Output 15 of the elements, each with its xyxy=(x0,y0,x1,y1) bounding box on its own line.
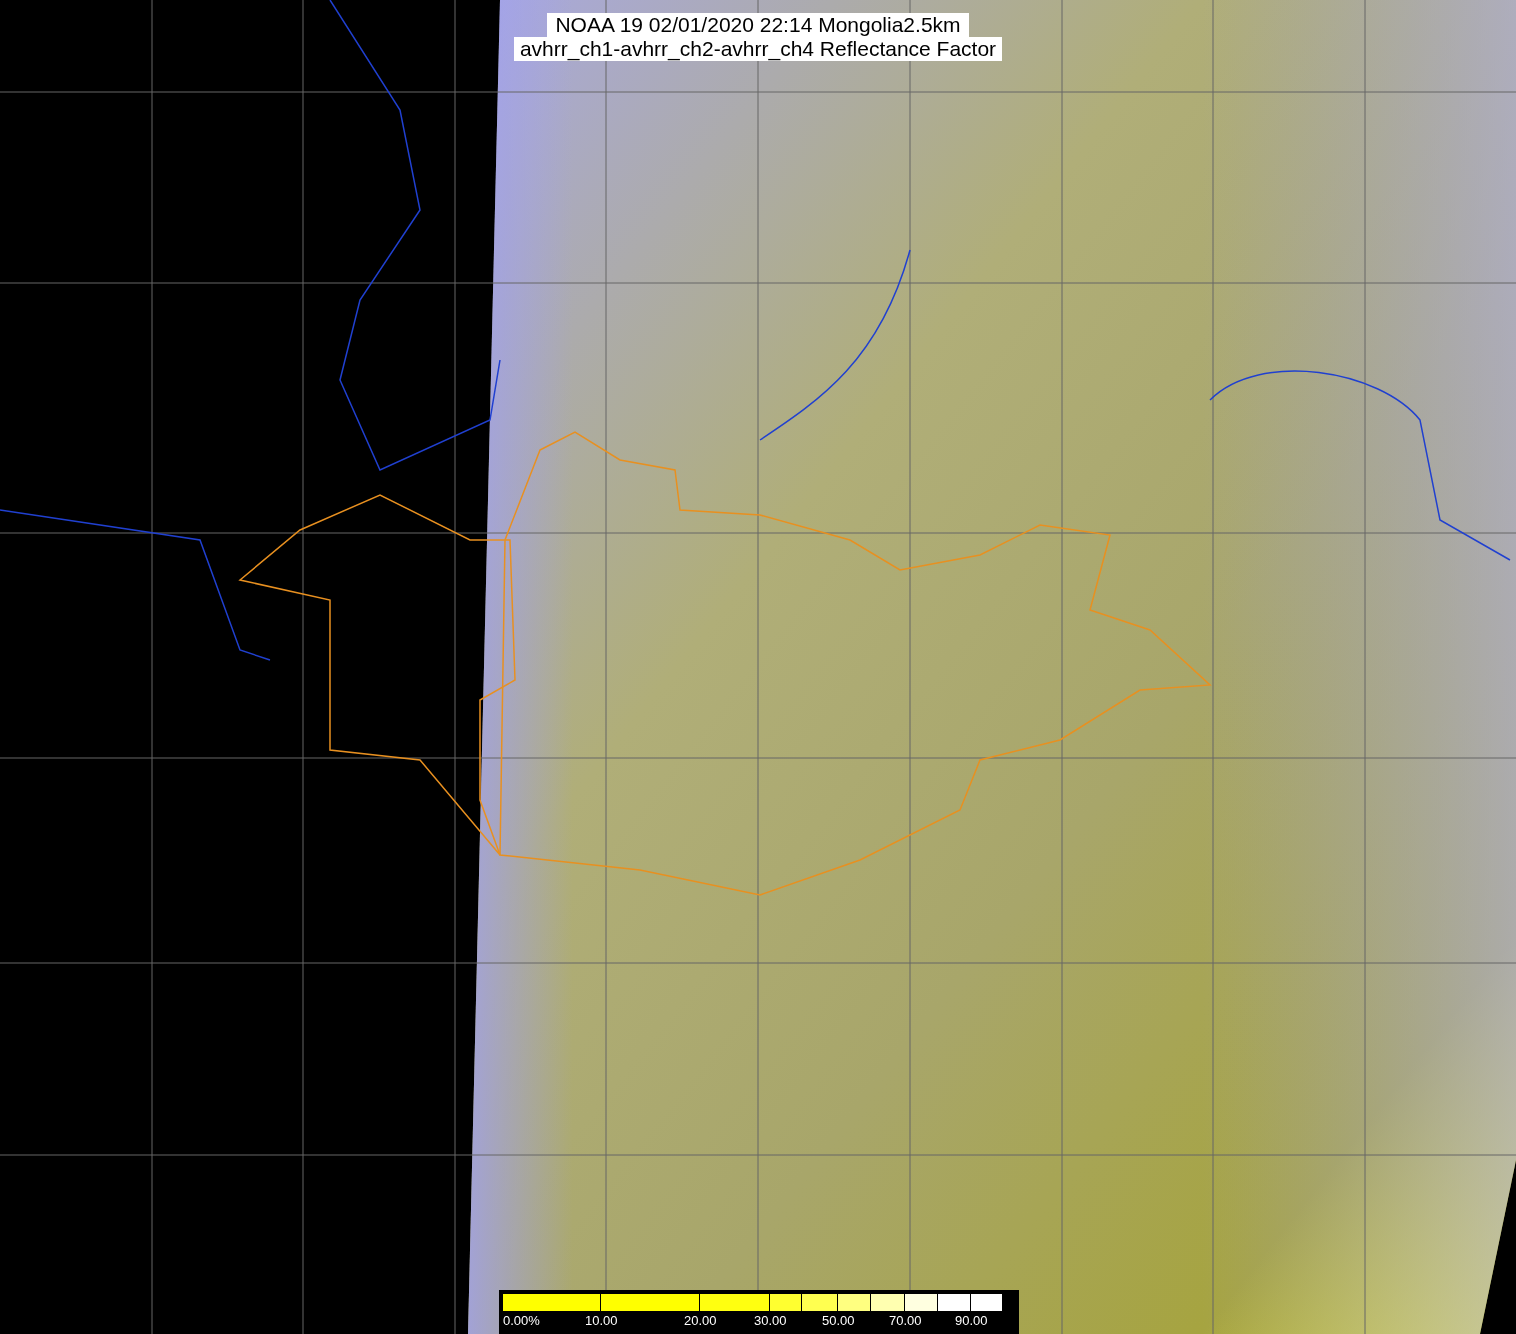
image-subtitle: avhrr_ch1-avhrr_ch2-avhrr_ch4 Reflectance Factor xyxy=(513,37,1003,61)
color-segment xyxy=(871,1294,905,1311)
image-title: NOAA 19 02/01/2020 22:14 Mongolia2.5km xyxy=(547,13,969,37)
scale-label: 10.00 xyxy=(585,1313,618,1328)
color-segment xyxy=(971,1294,1003,1311)
color-segment xyxy=(802,1294,838,1311)
scale-label: 20.00 xyxy=(684,1313,717,1328)
color-segment xyxy=(905,1294,938,1311)
scale-label: 30.00 xyxy=(754,1313,787,1328)
scale-label: 50.00 xyxy=(822,1313,855,1328)
scale-label: 0.00% xyxy=(503,1313,540,1328)
scale-label: 90.00 xyxy=(955,1313,988,1328)
color-segment xyxy=(938,1294,971,1311)
scale-label: 70.00 xyxy=(889,1313,922,1328)
color-segment xyxy=(838,1294,871,1311)
